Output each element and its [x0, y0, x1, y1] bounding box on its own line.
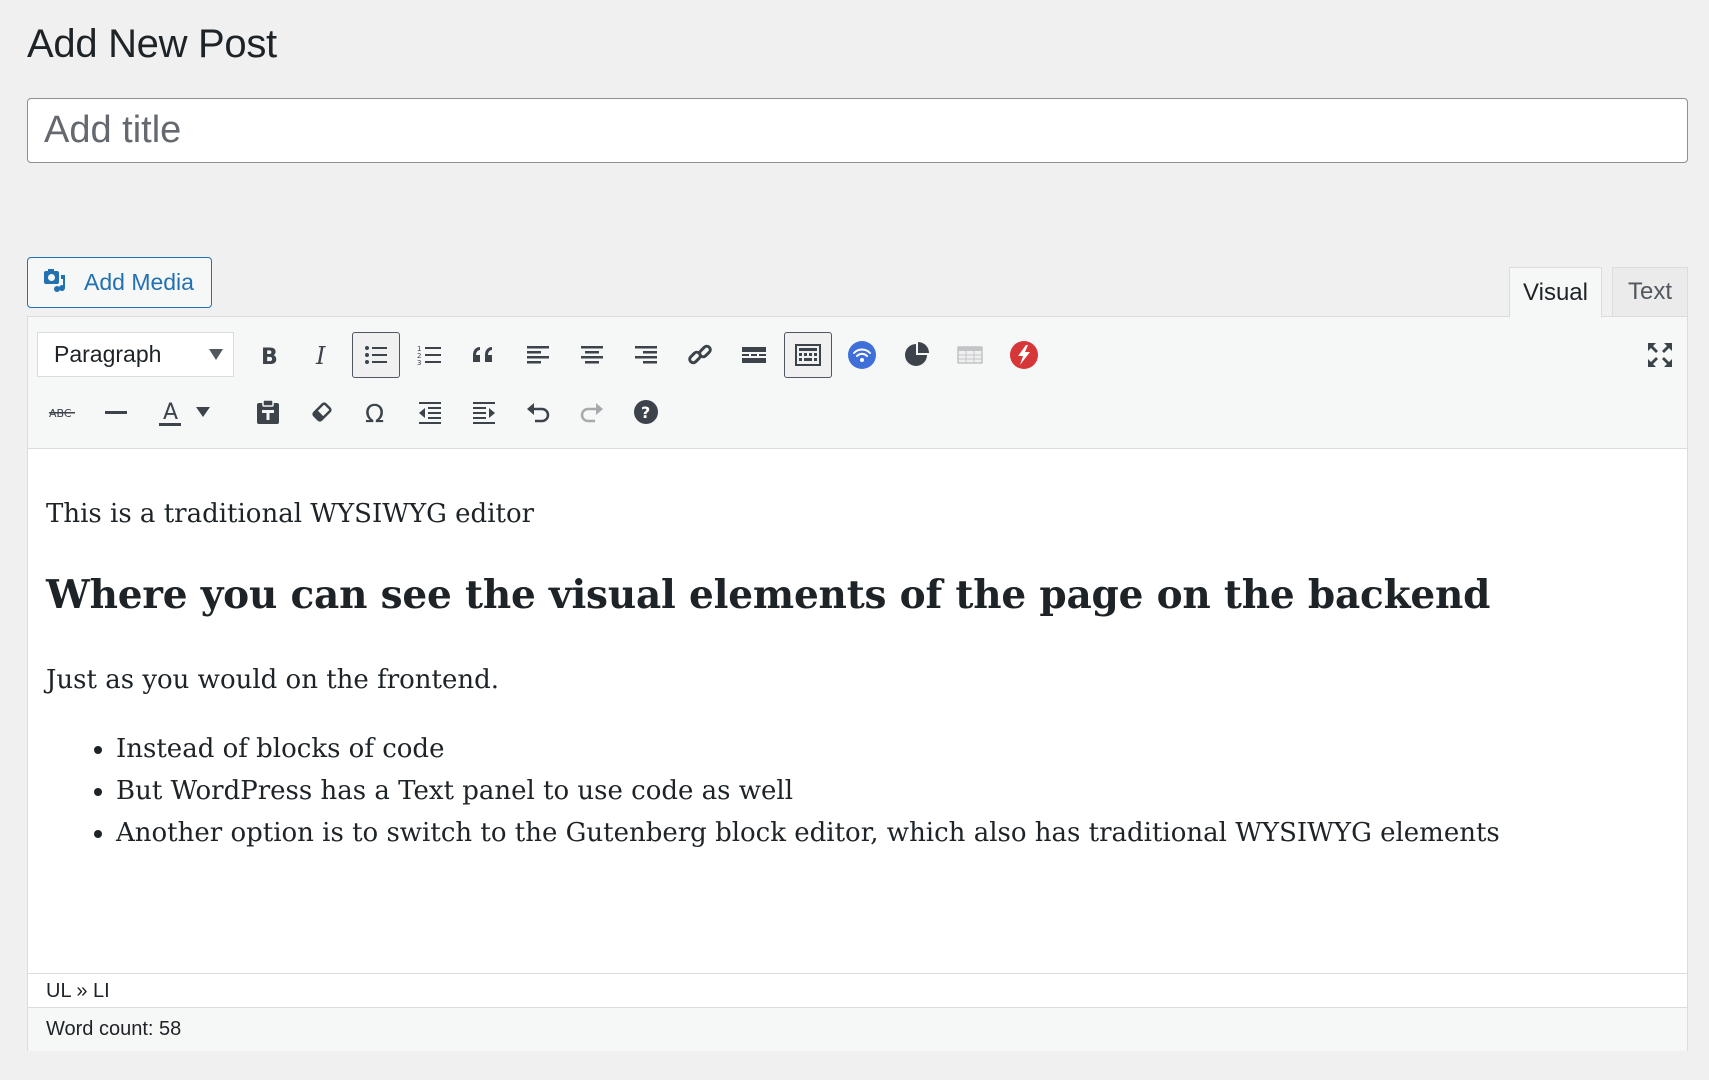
svg-text:?: ?	[641, 403, 650, 422]
chevron-down-icon	[209, 349, 223, 360]
align-center-icon[interactable]	[568, 332, 616, 378]
wifi-plugin-icon[interactable]	[838, 332, 886, 378]
add-media-icon	[42, 265, 72, 301]
svg-text:I: I	[315, 342, 326, 370]
tab-visual[interactable]: Visual	[1509, 267, 1602, 318]
increase-indent-icon[interactable]	[460, 389, 508, 435]
content-paragraph: Just as you would on the frontend.	[46, 664, 500, 695]
help-icon[interactable]: ?	[622, 389, 670, 435]
read-more-icon[interactable]	[730, 332, 778, 378]
word-count: Word count: 58	[28, 1007, 1687, 1051]
italic-icon[interactable]: I	[298, 332, 346, 378]
post-title-input[interactable]	[27, 98, 1688, 163]
fullscreen-icon[interactable]	[1636, 332, 1684, 378]
pie-chart-plugin-icon[interactable]	[892, 332, 940, 378]
list-item: Instead of blocks of code	[116, 728, 1669, 770]
numbered-list-icon[interactable]: 123	[406, 332, 454, 378]
horizontal-line-icon[interactable]	[92, 389, 140, 435]
format-select-value: Paragraph	[54, 341, 162, 367]
chevron-down-icon	[196, 407, 210, 417]
redo-icon[interactable]	[568, 389, 616, 435]
list-item: Another option is to switch to the Guten…	[116, 812, 1669, 854]
content-list: Instead of blocks of code But WordPress …	[116, 728, 1669, 854]
bold-icon[interactable]: B	[244, 332, 292, 378]
special-character-icon[interactable]: Ω	[352, 389, 400, 435]
toolbar-row-2: ABC A Ω ?	[28, 381, 1687, 441]
editor-toolbar: Paragraph B I 123 ABC A Ω ?	[28, 317, 1687, 449]
svg-text:3: 3	[417, 359, 421, 367]
svg-text:A: A	[163, 400, 178, 425]
add-media-label: Add Media	[84, 269, 194, 295]
content-heading: Where you can see the visual elements of…	[46, 572, 1491, 619]
align-right-icon[interactable]	[622, 332, 670, 378]
element-path[interactable]: UL » LI	[28, 973, 1687, 1006]
list-item: But WordPress has a Text panel to use co…	[116, 770, 1669, 812]
classic-editor: Paragraph B I 123 ABC A Ω ? This is a tr…	[27, 316, 1688, 1051]
paste-as-text-icon[interactable]	[244, 389, 292, 435]
page-title: Add New Post	[27, 22, 277, 66]
svg-text:Ω: Ω	[365, 399, 384, 427]
strikethrough-icon[interactable]: ABC	[38, 389, 86, 435]
align-left-icon[interactable]	[514, 332, 562, 378]
toolbar-row-1: Paragraph B I 123	[28, 322, 1687, 382]
decrease-indent-icon[interactable]	[406, 389, 454, 435]
zap-plugin-icon[interactable]	[1000, 332, 1048, 378]
text-color-icon[interactable]: A	[146, 389, 194, 435]
toolbar-toggle-icon[interactable]	[784, 332, 832, 378]
blockquote-icon[interactable]	[460, 332, 508, 378]
format-select[interactable]: Paragraph	[37, 332, 234, 377]
clear-formatting-icon[interactable]	[298, 389, 346, 435]
bulleted-list-icon[interactable]	[352, 332, 400, 378]
undo-icon[interactable]	[514, 389, 562, 435]
table-plugin-icon[interactable]	[946, 332, 994, 378]
editor-content[interactable]: This is a traditional WYSIWYG editor Whe…	[28, 449, 1687, 974]
svg-text:B: B	[261, 345, 278, 370]
text-color-dropdown[interactable]	[188, 389, 218, 435]
link-icon[interactable]	[676, 332, 724, 378]
tab-text[interactable]: Text	[1612, 267, 1688, 317]
add-media-button[interactable]: Add Media	[27, 257, 212, 308]
content-paragraph: This is a traditional WYSIWYG editor	[46, 499, 535, 529]
